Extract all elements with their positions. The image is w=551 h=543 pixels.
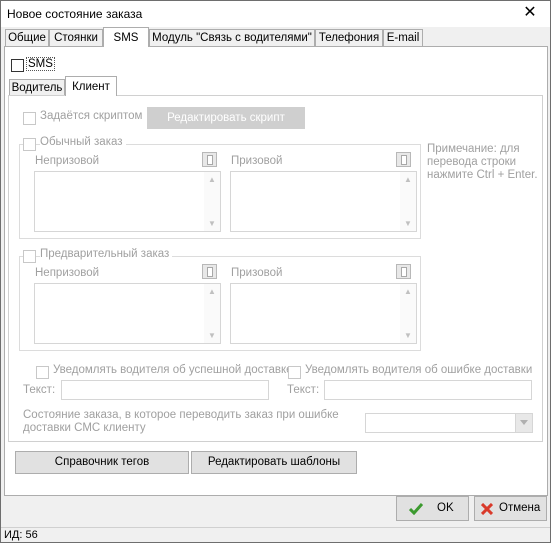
- title-bar: Новое состояние заказа ✕: [1, 1, 550, 27]
- success-text-input[interactable]: [61, 380, 269, 400]
- tab-sms[interactable]: SMS: [103, 27, 149, 47]
- tab-label: Водитель: [11, 82, 63, 94]
- normal-order-checkbox[interactable]: [23, 138, 36, 151]
- sms-enable-label: SMS: [26, 57, 55, 71]
- status-bar: ИД: 56: [1, 527, 550, 543]
- script-label: Задаётся скриптом: [40, 110, 143, 122]
- scrollbar[interactable]: ▲ ▼: [204, 172, 220, 231]
- check-icon: [409, 503, 423, 515]
- state-on-error-label: Состояние заказа, в которое переводить з…: [23, 409, 339, 434]
- text-label: Текст:: [23, 384, 56, 396]
- sms-enable-checkbox[interactable]: [11, 59, 24, 72]
- notify-success-label: Уведомлять водителя об успешной доставке: [53, 364, 293, 376]
- tab-label: E-mail: [386, 32, 420, 44]
- error-text-input[interactable]: [324, 380, 532, 400]
- note-text: Примечание: для перевода строки нажмите …: [427, 143, 538, 181]
- preorder-prize-textarea[interactable]: ▲ ▼: [230, 283, 417, 344]
- dialog-window: Новое состояние заказа ✕ Общие Стоянки S…: [0, 0, 551, 543]
- tab-parking[interactable]: Стоянки: [49, 29, 103, 46]
- tab-label: SMS: [113, 32, 139, 44]
- button-label: OK: [437, 502, 454, 514]
- subtab-driver[interactable]: Водитель: [9, 79, 65, 96]
- scroll-up-icon: ▲: [208, 175, 216, 184]
- sms-tab-page: SMS Водитель Клиент Задаётся скриптом Ре…: [4, 46, 548, 496]
- scroll-up-icon: ▲: [404, 175, 412, 184]
- edit-templates-button[interactable]: Редактировать шаблоны: [191, 451, 357, 474]
- tab-label: Телефония: [318, 32, 380, 44]
- normal-nonprize-textarea[interactable]: ▲ ▼: [34, 171, 221, 232]
- button-label: Редактировать шаблоны: [207, 456, 341, 468]
- tab-label: Клиент: [72, 81, 110, 93]
- scrollbar[interactable]: ▲ ▼: [400, 284, 416, 343]
- chevron-down-icon[interactable]: [515, 414, 532, 432]
- scroll-up-icon: ▲: [208, 287, 216, 296]
- scroll-down-icon: ▼: [404, 331, 412, 340]
- tab-general[interactable]: Общие: [5, 29, 49, 46]
- notify-success-checkbox[interactable]: [36, 366, 49, 379]
- button-label: Отмена: [499, 502, 541, 514]
- ok-button[interactable]: OK: [396, 496, 469, 521]
- tab-label: Стоянки: [54, 32, 98, 44]
- id-label: ИД: 56: [4, 529, 38, 541]
- template-icon[interactable]: [396, 152, 411, 167]
- subtab-client[interactable]: Клиент: [65, 76, 117, 96]
- preorder-nonprize-textarea[interactable]: ▲ ▼: [34, 283, 221, 344]
- scroll-down-icon: ▼: [208, 219, 216, 228]
- scrollbar[interactable]: ▲ ▼: [400, 172, 416, 231]
- window-title: Новое состояние заказа: [7, 7, 143, 21]
- script-checkbox[interactable]: [23, 112, 36, 125]
- tab-driver-link[interactable]: Модуль "Связь с водителями": [149, 29, 315, 46]
- preorder-label: Предварительный заказ: [40, 248, 173, 260]
- scroll-down-icon: ▼: [208, 331, 216, 340]
- state-on-error-select[interactable]: [365, 413, 533, 433]
- tab-label: Модуль "Связь с водителями": [152, 32, 312, 44]
- text-label: Текст:: [287, 384, 320, 396]
- tags-reference-button[interactable]: Справочник тегов: [15, 451, 189, 474]
- prize-label: Призовой: [231, 267, 283, 279]
- cancel-x-icon: [481, 503, 493, 515]
- tab-label: Общие: [8, 32, 46, 44]
- scroll-down-icon: ▼: [404, 219, 412, 228]
- notify-error-label: Уведомлять водителя об ошибке доставки: [305, 364, 533, 376]
- template-icon[interactable]: [396, 264, 411, 279]
- normal-prize-textarea[interactable]: ▲ ▼: [230, 171, 417, 232]
- preorder-checkbox[interactable]: [23, 250, 36, 263]
- non-prize-label: Непризовой: [35, 155, 100, 167]
- template-icon[interactable]: [202, 152, 217, 167]
- close-icon[interactable]: ✕: [520, 3, 540, 23]
- button-label: Редактировать скрипт: [167, 112, 285, 124]
- tab-email[interactable]: E-mail: [383, 29, 423, 46]
- notify-error-checkbox[interactable]: [288, 366, 301, 379]
- scroll-up-icon: ▲: [404, 287, 412, 296]
- tab-telephony[interactable]: Телефония: [315, 29, 383, 46]
- template-icon[interactable]: [202, 264, 217, 279]
- button-label: Справочник тегов: [54, 456, 150, 468]
- prize-label: Призовой: [231, 155, 283, 167]
- client-subtab-page: Задаётся скриптом Редактировать скрипт О…: [8, 95, 543, 442]
- normal-order-label: Обычный заказ: [40, 136, 126, 148]
- scrollbar[interactable]: ▲ ▼: [204, 284, 220, 343]
- cancel-button[interactable]: Отмена: [474, 496, 547, 521]
- non-prize-label: Непризовой: [35, 267, 100, 279]
- edit-script-button[interactable]: Редактировать скрипт: [147, 107, 305, 129]
